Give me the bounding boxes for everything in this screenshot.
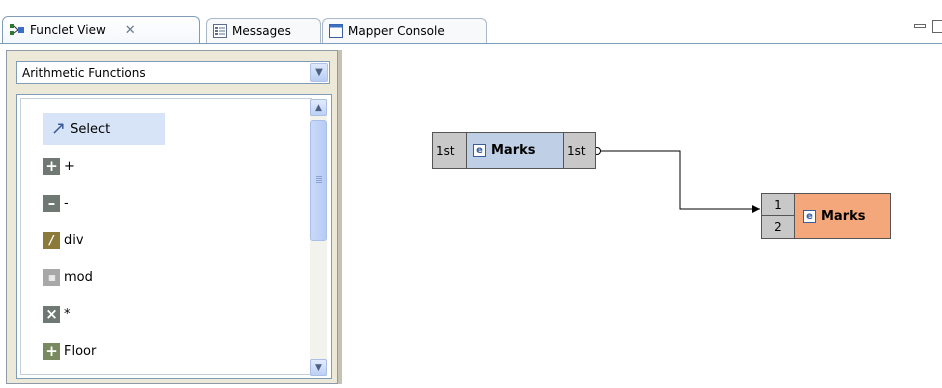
function-palette: Arithmetic Functions ▼ ↗ Select + + – - … — [6, 50, 338, 384]
item-label: div — [64, 232, 84, 248]
target-port-2[interactable]: 2 — [762, 216, 794, 238]
function-category-dropdown[interactable]: Arithmetic Functions ▼ — [16, 61, 330, 84]
source-element: e Marks — [467, 133, 563, 168]
list-scrollbar[interactable]: ▲ ▼ — [310, 99, 327, 376]
messages-icon — [213, 24, 227, 38]
target-element: e Marks — [795, 194, 890, 238]
source-left-port[interactable]: 1st — [433, 133, 467, 168]
view-window-controls — [914, 20, 942, 33]
scroll-up-icon[interactable]: ▲ — [310, 99, 327, 116]
minimize-icon[interactable] — [914, 24, 926, 28]
item-label: Floor — [64, 343, 97, 359]
palette-item-div[interactable]: / div — [43, 229, 84, 251]
console-icon — [329, 24, 343, 38]
view-tab-bar: Funclet View ✕ Messages Mapper Console — [0, 0, 942, 44]
minus-icon: – — [43, 194, 60, 212]
tab-label: Messages — [232, 24, 291, 38]
multiply-icon: × — [43, 305, 60, 323]
scroll-down-icon[interactable]: ▼ — [310, 359, 327, 376]
palette-item-floor[interactable]: + Floor — [43, 340, 96, 362]
tab-funclet-view[interactable]: Funclet View ✕ — [2, 16, 200, 43]
div-icon: / — [43, 231, 60, 249]
tab-label: Mapper Console — [348, 24, 445, 38]
element-icon: e — [473, 144, 486, 157]
target-node[interactable]: 1 2 e Marks — [761, 193, 891, 239]
dropdown-value: Arithmetic Functions — [22, 65, 146, 80]
source-element-name: Marks — [491, 143, 536, 158]
grip-icon — [316, 176, 322, 177]
floor-icon: + — [43, 342, 60, 360]
scroll-thumb[interactable] — [310, 120, 327, 241]
item-label: mod — [64, 269, 93, 285]
funclet-view-icon — [10, 24, 24, 35]
source-node[interactable]: 1st e Marks 1st — [432, 132, 596, 169]
target-port-column: 1 2 — [762, 194, 795, 238]
mod-icon: ▦ — [43, 268, 60, 286]
close-tab-icon[interactable]: ✕ — [125, 23, 136, 38]
palette-item-plus[interactable]: + + — [43, 155, 75, 177]
chevron-down-icon[interactable]: ▼ — [310, 63, 328, 82]
function-list: ↗ Select + + – - / div ▦ mod × * + Floor… — [16, 94, 332, 379]
item-label: * — [64, 306, 71, 322]
maximize-icon[interactable] — [932, 20, 942, 33]
function-list-viewport: ↗ Select + + – - / div ▦ mod × * + Floor — [20, 98, 312, 375]
item-label: Select — [70, 121, 111, 137]
element-icon: e — [803, 209, 816, 223]
cursor-arrow-icon: ↗ — [51, 118, 67, 139]
plus-icon: + — [43, 157, 60, 175]
tab-messages[interactable]: Messages — [206, 18, 321, 43]
mapping-canvas[interactable]: 1st e Marks 1st 1 2 e Marks — [342, 44, 942, 388]
target-element-name: Marks — [821, 208, 866, 224]
tab-label: Funclet View — [30, 23, 106, 37]
palette-item-minus[interactable]: – - — [43, 192, 69, 214]
tab-mapper-console[interactable]: Mapper Console — [322, 18, 487, 43]
palette-item-select[interactable]: ↗ Select — [43, 113, 165, 145]
palette-item-mod[interactable]: ▦ mod — [43, 266, 93, 288]
source-right-port[interactable]: 1st — [563, 133, 595, 168]
target-port-1[interactable]: 1 — [762, 194, 794, 216]
item-label: - — [64, 195, 69, 211]
item-label: + — [64, 158, 75, 174]
palette-item-multiply[interactable]: × * — [43, 303, 71, 325]
